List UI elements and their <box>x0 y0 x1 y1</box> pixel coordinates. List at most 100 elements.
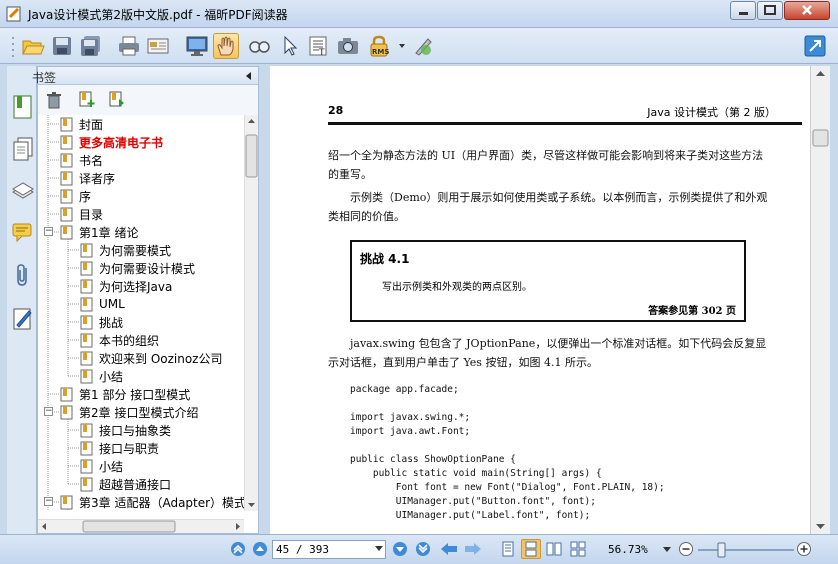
zoom-out-icon[interactable] <box>678 541 694 557</box>
page-number-header: 28 <box>328 104 344 117</box>
zoom-tool-icon[interactable] <box>246 33 272 59</box>
email-icon[interactable] <box>145 33 171 59</box>
bookmark-item[interactable]: 接口与抽象类 <box>80 421 171 439</box>
snapshot-icon[interactable] <box>335 33 361 59</box>
bookmark-item[interactable]: 第1 部分 接口型模式 <box>60 385 190 403</box>
rms-dropdown-icon[interactable] <box>397 33 407 59</box>
add-bookmark-icon[interactable] <box>78 90 96 108</box>
bookmark-icon <box>80 279 93 293</box>
bookmark-item[interactable]: 封面 <box>60 115 103 133</box>
bookmark-label: 译者序 <box>79 171 116 186</box>
zoom-slider[interactable] <box>698 542 794 558</box>
bookmark-item[interactable]: 为何需要设计模式 <box>80 259 195 277</box>
bookmark-label: 小结 <box>99 369 124 384</box>
bookmark-item[interactable]: 小结 <box>80 367 123 385</box>
select-tool-icon[interactable] <box>276 33 302 59</box>
sign-icon[interactable] <box>410 33 436 59</box>
bookmark-label: UML <box>99 297 125 311</box>
bookmark-label: 书名 <box>79 153 104 168</box>
bookmark-item[interactable]: 第1章 绪论 <box>60 223 138 241</box>
document-view[interactable]: 28 Java 设计模式（第 2 版） 绍一个全为静态方法的 UI（用户界面）类… <box>270 66 810 534</box>
collapse-panel-icon[interactable] <box>244 71 252 81</box>
challenge-answer-ref: 答案参见第 302 页 <box>648 306 736 317</box>
zoom-dropdown-icon[interactable] <box>662 541 672 557</box>
code-line: UIManager.put("Label.font", font); <box>350 510 591 521</box>
bookmarks-vertical-scrollbar[interactable] <box>244 115 258 511</box>
delete-bookmark-icon[interactable] <box>46 91 62 109</box>
bookmark-item[interactable]: 序 <box>60 187 91 205</box>
bookmark-label: 欢迎来到 Oozinoz公司 <box>99 351 223 366</box>
toolbar-grip <box>12 37 14 57</box>
collapse-toggle-icon[interactable]: − <box>44 497 53 506</box>
page-dropdown-icon[interactable] <box>375 546 383 552</box>
bookmark-icon <box>60 153 73 167</box>
fullscreen-icon[interactable] <box>184 33 210 59</box>
bookmarks-panel-label: 书签 <box>31 71 56 85</box>
document-vertical-scrollbar[interactable] <box>810 66 830 534</box>
bookmarks-tab-icon[interactable] <box>11 94 35 120</box>
rms-icon[interactable]: RMS <box>367 33 397 59</box>
bookmark-item[interactable]: 目录 <box>60 205 103 223</box>
bookmarks-panel: 书签 封面 更多高清电子书 书名 译者序序目录 第1章 绪论 − 为何需要模式 为何需要设计模… <box>32 66 259 534</box>
last-page-icon[interactable] <box>415 541 431 557</box>
layers-tab-icon[interactable] <box>11 178 35 204</box>
bookmark-icon <box>80 369 93 383</box>
bookmarks-panel-header: 书签 <box>32 67 258 85</box>
code-line: import java.awt.Font; <box>350 426 471 437</box>
hand-tool-icon[interactable] <box>213 33 239 59</box>
pages-tab-icon[interactable] <box>11 136 35 162</box>
first-page-icon[interactable] <box>230 541 246 557</box>
go-back-icon[interactable] <box>440 541 458 557</box>
text-select-icon[interactable]: T <box>305 33 331 59</box>
collapse-toggle-icon[interactable]: − <box>44 227 53 236</box>
save-icon[interactable] <box>49 33 75 59</box>
close-button[interactable] <box>784 1 830 20</box>
bookmark-item[interactable]: 为何需要模式 <box>80 241 171 259</box>
facing-pages-icon[interactable] <box>546 541 562 557</box>
attachments-tab-icon[interactable] <box>11 262 35 288</box>
print-icon[interactable] <box>116 33 142 59</box>
bookmark-tree: 封面 更多高清电子书 书名 译者序序目录 第1章 绪论 − 为何需要模式 为何需要设计模式 为何… <box>38 115 244 511</box>
bookmark-item[interactable]: 超越普通接口 <box>80 475 171 493</box>
bookmark-item[interactable]: 欢迎来到 Oozinoz公司 <box>80 349 222 367</box>
code-line: public static void main(String[] args) { <box>350 468 602 479</box>
add-child-bookmark-icon[interactable] <box>108 90 126 108</box>
status-bar: 45 / 393 56.73% <box>0 534 838 564</box>
panel-splitter[interactable] <box>259 66 270 534</box>
bookmark-item[interactable]: UML <box>80 295 125 313</box>
signatures-tab-icon[interactable] <box>11 306 35 332</box>
bookmark-item[interactable]: 接口与职责 <box>80 439 159 457</box>
page-number-input[interactable]: 45 / 393 <box>272 540 386 559</box>
bookmark-icon <box>80 441 93 455</box>
bookmark-item[interactable]: 更多高清电子书 <box>60 133 163 151</box>
next-page-icon[interactable] <box>392 541 408 557</box>
single-page-icon[interactable] <box>500 541 516 557</box>
paragraph-3: javax.swing 包包含了 JOptionPane，以便弹出一个标准对话框… <box>328 337 767 369</box>
bookmark-item[interactable]: 挑战 <box>80 313 123 331</box>
zoom-in-icon[interactable] <box>796 541 812 557</box>
comments-tab-icon[interactable] <box>11 220 35 246</box>
bookmark-item[interactable]: 第3章 适配器（Adapter）模式 <box>60 493 244 511</box>
bookmark-item[interactable]: 译者序 <box>60 169 115 187</box>
maximize-button[interactable] <box>757 1 783 20</box>
previous-page-icon[interactable] <box>252 541 268 557</box>
bookmark-item[interactable]: 第2章 接口型模式介绍 <box>60 403 198 421</box>
bookmark-item[interactable]: 本书的组织 <box>80 331 159 349</box>
save-as-icon[interactable] <box>78 33 104 59</box>
bookmarks-horizontal-scrollbar[interactable] <box>38 519 244 533</box>
continuous-facing-icon[interactable] <box>570 541 586 557</box>
continuous-page-icon[interactable] <box>521 539 541 559</box>
expand-icon[interactable] <box>802 33 828 59</box>
bookmark-item[interactable]: 书名 <box>60 151 103 169</box>
header-rule <box>328 122 802 125</box>
bookmark-item[interactable]: 小结 <box>80 457 123 475</box>
window-title: Java设计模式第2版中文版.pdf - 福昕PDF阅读器 <box>28 8 288 22</box>
title-bar: Java设计模式第2版中文版.pdf - 福昕PDF阅读器 <box>0 0 838 28</box>
bookmark-item[interactable]: 为何选择Java <box>80 277 172 295</box>
go-forward-icon[interactable] <box>464 541 482 557</box>
open-icon[interactable] <box>20 33 46 59</box>
collapse-toggle-icon[interactable]: − <box>44 407 53 416</box>
page-field-value: 45 / 393 <box>276 543 329 556</box>
minimize-button[interactable] <box>730 1 756 20</box>
bookmark-label: 更多高清电子书 <box>79 135 164 150</box>
